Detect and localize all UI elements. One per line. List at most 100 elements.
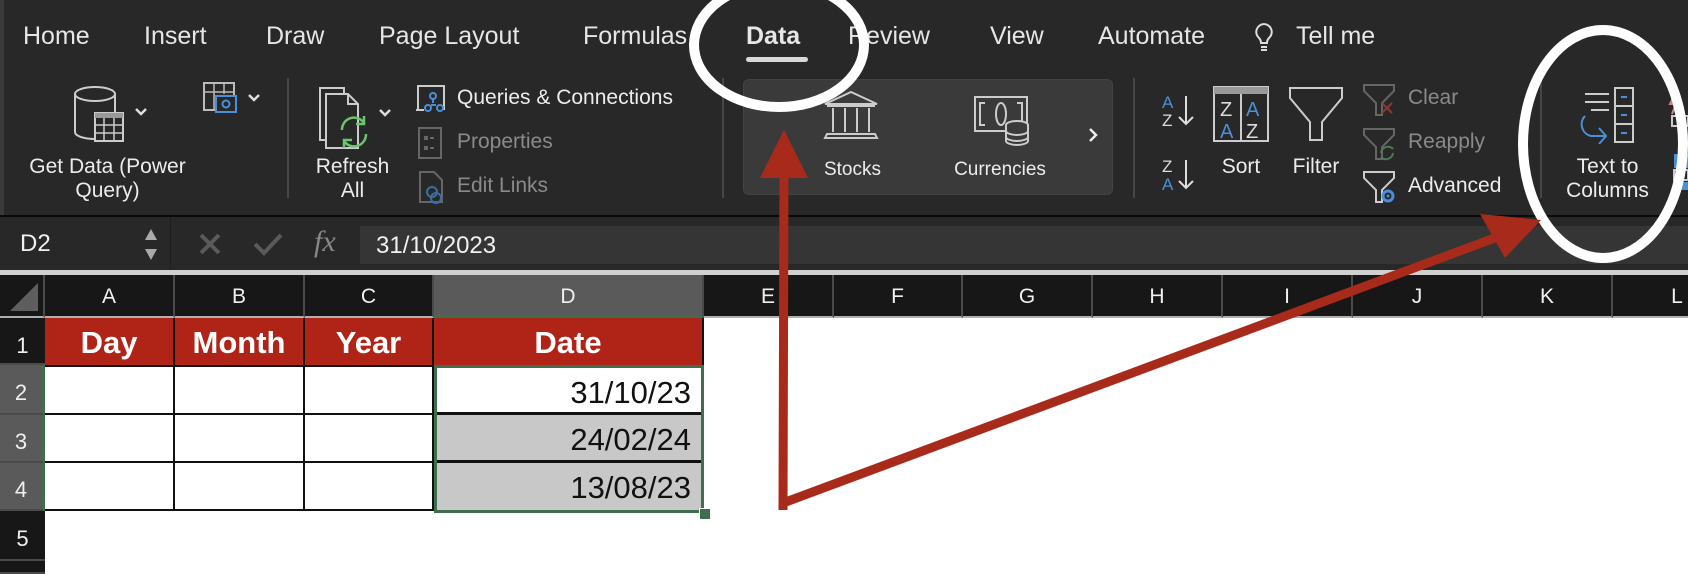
refresh-all-button[interactable] <box>318 86 398 157</box>
refresh-all-label-2: All <box>340 179 365 202</box>
row-header-2[interactable]: 2 <box>0 365 45 415</box>
advanced-filter-icon <box>1362 170 1396 209</box>
get-data-button[interactable] <box>70 85 160 150</box>
group-divider <box>287 78 289 198</box>
properties-button[interactable]: Properties <box>457 130 553 154</box>
cell-a4[interactable] <box>45 463 175 511</box>
currency-icon <box>973 95 1033 152</box>
sort-descending-button[interactable]: ZA <box>1160 156 1196 199</box>
tab-draw[interactable]: Draw <box>266 20 324 52</box>
tab-insert[interactable]: Insert <box>144 20 207 52</box>
cell-d4[interactable]: 13/08/23 <box>437 463 701 510</box>
cell-c2[interactable] <box>305 365 434 415</box>
name-box[interactable]: D2 <box>0 217 171 272</box>
sort-ascending-button[interactable]: AZ <box>1160 92 1196 135</box>
properties-icon <box>418 127 442 164</box>
currencies-button[interactable]: Currencies <box>945 158 1055 182</box>
row-header-6[interactable] <box>0 561 45 574</box>
lightbulb-icon <box>1253 22 1275 59</box>
get-data-label-2: Query) <box>75 179 140 202</box>
tab-automate[interactable]: Automate <box>1098 20 1205 52</box>
cell-c4[interactable] <box>305 463 434 511</box>
cell-b2[interactable] <box>175 365 305 415</box>
cell-a2[interactable] <box>45 365 175 415</box>
reapply-button[interactable]: Reapply <box>1408 130 1485 154</box>
column-header-d[interactable]: D <box>434 275 704 318</box>
column-header-j[interactable]: J <box>1353 275 1483 318</box>
svg-text:A: A <box>1246 99 1260 121</box>
data-types-gallery <box>743 79 1113 195</box>
ribbon: Home Insert Draw Page Layout Formulas Da… <box>0 0 1688 215</box>
cell-d2[interactable]: 31/10/23 <box>437 368 701 415</box>
filter-button[interactable]: Filter <box>1276 155 1356 179</box>
bank-icon <box>823 90 879 145</box>
text-to-columns-label-1: Text to <box>1576 155 1639 178</box>
row-header-4[interactable]: 4 <box>0 463 45 511</box>
cell-a1[interactable]: Day <box>45 318 175 365</box>
active-tab-indicator <box>746 57 808 62</box>
cell-c1[interactable]: Year <box>305 318 434 365</box>
text-to-columns-label-2: Columns <box>1566 179 1649 202</box>
table-camera-icon[interactable] <box>203 82 268 119</box>
column-header-k[interactable]: K <box>1483 275 1613 318</box>
remove-duplicates-icon[interactable] <box>1672 152 1688 197</box>
formula-input[interactable]: 31/10/2023 <box>360 226 1688 264</box>
text-to-columns-icon[interactable] <box>1575 86 1637 149</box>
edit-links-button[interactable]: Edit Links <box>457 174 548 198</box>
name-box-stepper-icon[interactable] <box>143 227 159 268</box>
reapply-filter-icon <box>1362 127 1396 166</box>
cell-b4[interactable] <box>175 463 305 511</box>
group-divider <box>1540 78 1542 198</box>
stocks-button[interactable]: Stocks <box>800 158 905 182</box>
flash-fill-icon[interactable] <box>1668 90 1688 135</box>
clear-button[interactable]: Clear <box>1408 86 1458 110</box>
svg-text:Z: Z <box>1220 99 1232 121</box>
column-header-e[interactable]: E <box>704 275 834 318</box>
formula-value[interactable]: 31/10/2023 <box>376 232 496 260</box>
cell-a3[interactable] <box>45 415 175 463</box>
column-header-f[interactable]: F <box>834 275 963 318</box>
name-box-value[interactable]: D2 <box>20 230 51 258</box>
chevron-right-icon[interactable] <box>1087 126 1099 149</box>
cell-c3[interactable] <box>305 415 434 463</box>
column-header-i[interactable]: I <box>1223 275 1353 318</box>
refresh-all-label-1: Refresh <box>315 155 390 178</box>
sort-button[interactable]: Sort <box>1203 155 1279 179</box>
group-divider <box>722 78 724 198</box>
insert-function-button[interactable]: fx <box>314 225 336 259</box>
tab-review[interactable]: Review <box>848 20 930 52</box>
column-header-a[interactable]: A <box>45 275 175 318</box>
cell-b3[interactable] <box>175 415 305 463</box>
filter-icon[interactable] <box>1288 86 1344 147</box>
fill-handle[interactable] <box>699 508 711 520</box>
queries-connections-button[interactable]: Queries & Connections <box>457 86 673 110</box>
tab-view[interactable]: View <box>990 20 1044 52</box>
row-header-1[interactable]: 1 <box>0 318 45 365</box>
tab-formulas[interactable]: Formulas <box>583 20 687 52</box>
column-header-l[interactable]: L <box>1613 275 1688 318</box>
enter-check-icon[interactable] <box>253 232 283 261</box>
column-header-c[interactable]: C <box>305 275 434 318</box>
tell-me-search[interactable]: Tell me <box>1296 20 1375 52</box>
tab-page-layout[interactable]: Page Layout <box>379 20 519 52</box>
cell-d3[interactable]: 24/02/24 <box>437 415 701 463</box>
row-header-5[interactable]: 5 <box>0 511 45 561</box>
select-all-button[interactable] <box>0 275 45 318</box>
cancel-icon[interactable] <box>198 232 222 261</box>
queries-connections-icon[interactable] <box>414 84 446 119</box>
svg-text:A: A <box>1220 121 1234 142</box>
tab-home[interactable]: Home <box>23 20 90 52</box>
svg-text:Z: Z <box>1162 157 1172 176</box>
cell-d1[interactable]: Date <box>434 318 704 365</box>
advanced-button[interactable]: Advanced <box>1408 174 1501 198</box>
clear-filter-icon <box>1362 83 1396 122</box>
row-header-3[interactable]: 3 <box>0 415 45 463</box>
column-header-g[interactable]: G <box>963 275 1093 318</box>
column-header-h[interactable]: H <box>1093 275 1223 318</box>
column-header-b[interactable]: B <box>175 275 305 318</box>
group-divider <box>1133 78 1135 198</box>
tab-data[interactable]: Data <box>746 20 800 52</box>
svg-text:Z: Z <box>1246 121 1258 142</box>
sort-icon[interactable]: ZAAZ <box>1213 86 1269 147</box>
cell-b1[interactable]: Month <box>175 318 305 365</box>
